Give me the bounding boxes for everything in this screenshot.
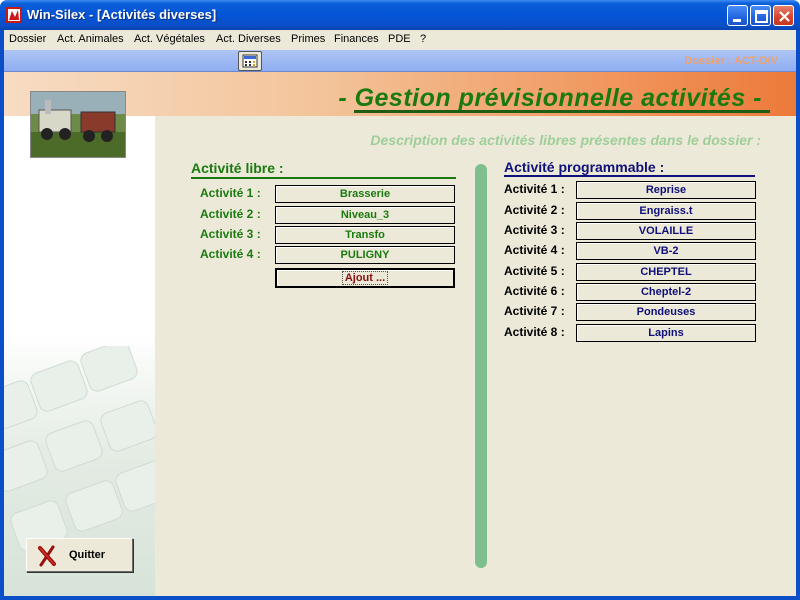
- prog-label-5: Activité 5 :: [504, 264, 565, 278]
- prog-label-4: Activité 4 :: [504, 243, 565, 257]
- prog-label-1: Activité 1 :: [504, 182, 565, 196]
- prog-field-4[interactable]: VB-2: [576, 242, 756, 260]
- left-panel: [4, 116, 155, 596]
- vertical-divider: [475, 164, 487, 568]
- menu-act-vegetales[interactable]: Act. Végétales: [134, 33, 205, 45]
- maximize-button[interactable]: [750, 5, 771, 26]
- menu-act-animales[interactable]: Act. Animales: [57, 33, 124, 45]
- libre-field-3[interactable]: Transfo: [275, 226, 455, 244]
- prog-field-3[interactable]: VOLAILLE: [576, 222, 756, 240]
- quit-label: Quitter: [69, 549, 106, 561]
- prog-label-2: Activité 2 :: [504, 203, 565, 217]
- calculator-button[interactable]: [238, 51, 262, 71]
- title-bar[interactable]: Win-Silex - [Activités diverses]: [0, 0, 800, 30]
- close-button[interactable]: [773, 5, 794, 26]
- libre-field-1[interactable]: Brasserie: [275, 185, 455, 203]
- x-icon: [38, 545, 56, 567]
- libre-label-4: Activité 4 :: [200, 247, 261, 261]
- title-underline: [354, 110, 770, 113]
- prog-label-7: Activité 7 :: [504, 304, 565, 318]
- add-activity-button[interactable]: Ajout ...: [275, 268, 455, 288]
- maximize-icon: [755, 10, 768, 23]
- libre-field-2[interactable]: Niveau_3: [275, 206, 455, 224]
- libre-field-4[interactable]: PULIGNY: [275, 246, 455, 264]
- menu-finances[interactable]: Finances: [334, 33, 379, 45]
- app-icon: [6, 7, 22, 23]
- menu-act-diverses[interactable]: Act. Diverses: [216, 33, 281, 45]
- prog-field-7[interactable]: Pondeuses: [576, 303, 756, 321]
- menu-pde[interactable]: PDE: [388, 33, 411, 45]
- close-icon: [779, 11, 790, 22]
- libre-label-1: Activité 1 :: [200, 186, 261, 200]
- prog-label-8: Activité 8 :: [504, 325, 565, 339]
- section-underline-libre: [191, 177, 456, 179]
- libre-label-2: Activité 2 :: [200, 207, 261, 221]
- menu-primes[interactable]: Primes: [291, 33, 325, 45]
- prog-field-6[interactable]: Cheptel-2: [576, 283, 756, 301]
- minimize-icon: [733, 19, 741, 22]
- dossier-label: Dossier : ACT-DIV: [684, 55, 778, 67]
- quit-button[interactable]: Quitter: [26, 538, 133, 572]
- main-content: Description des activités libres présent…: [155, 116, 796, 596]
- section-underline-programmable: [504, 175, 755, 177]
- harvester-photo: [30, 91, 126, 158]
- menu-bar: Dossier Act. Animales Act. Végétales Act…: [0, 30, 800, 50]
- section-title-programmable: Activité programmable :: [504, 159, 665, 175]
- window-border-bottom: [0, 596, 800, 600]
- menu-help[interactable]: ?: [420, 33, 426, 45]
- window-title: Win-Silex - [Activités diverses]: [27, 7, 217, 22]
- add-activity-label: Ajout ...: [341, 271, 389, 285]
- prog-field-2[interactable]: Engraiss.t: [576, 202, 756, 220]
- prog-field-8[interactable]: Lapins: [576, 324, 756, 342]
- section-title-libre: Activité libre :: [191, 160, 284, 176]
- window-border-right: [796, 50, 800, 600]
- prog-field-5[interactable]: CHEPTEL: [576, 263, 756, 281]
- prog-label-3: Activité 3 :: [504, 223, 565, 237]
- page-title: - Gestion prévisionnelle activités -: [338, 84, 762, 112]
- menu-dossier[interactable]: Dossier: [9, 33, 46, 45]
- prog-field-1[interactable]: Reprise: [576, 181, 756, 199]
- libre-label-3: Activité 3 :: [200, 227, 261, 241]
- prog-label-6: Activité 6 :: [504, 284, 565, 298]
- description-subtitle: Description des activités libres présent…: [370, 132, 761, 148]
- calculator-icon: [242, 54, 258, 68]
- minimize-button[interactable]: [727, 5, 748, 26]
- toolbar: Dossier : ACT-DIV: [4, 50, 796, 72]
